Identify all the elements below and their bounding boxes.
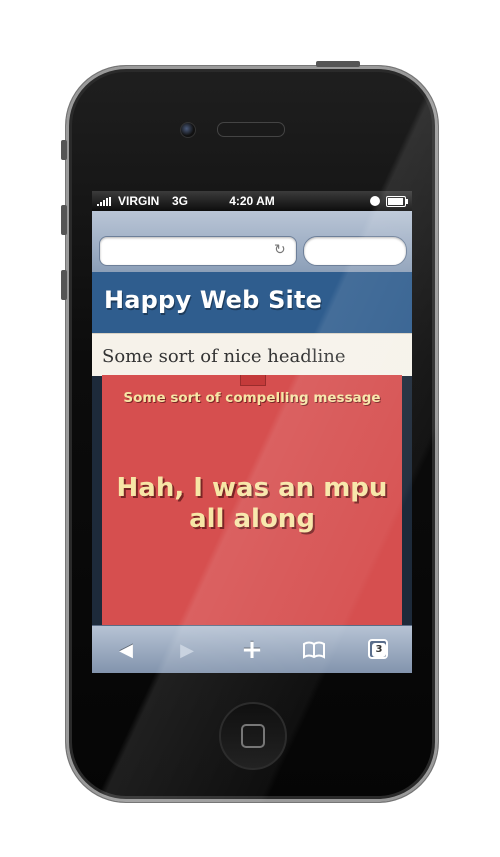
browser-toolbar: ◀ ▶ + 3 xyxy=(92,625,412,673)
pages-count-badge: 3 xyxy=(372,643,386,657)
pages-icon[interactable]: 3 xyxy=(358,626,398,673)
mpu-message: Some sort of compelling message xyxy=(123,390,381,406)
mpu-advert[interactable]: Some sort of compelling message Hah, I w… xyxy=(102,375,402,625)
power-button xyxy=(316,61,360,67)
mpu-main-text: Hah, I was an mpu all along xyxy=(116,473,388,534)
volume-up-button xyxy=(61,205,67,235)
add-icon[interactable]: + xyxy=(232,626,272,673)
address-input[interactable]: ↻ xyxy=(99,236,297,266)
home-square-icon xyxy=(241,724,265,748)
bookmarks-icon[interactable] xyxy=(294,626,334,673)
status-bar: VIRGIN 3G 4:20 AM xyxy=(92,191,412,211)
mute-switch xyxy=(61,140,67,160)
battery-icon xyxy=(386,196,408,207)
page-headline: Some sort of nice headline xyxy=(102,346,346,367)
home-button[interactable] xyxy=(219,702,287,770)
forward-icon[interactable]: ▶ xyxy=(167,626,207,673)
earpiece-speaker xyxy=(217,122,285,137)
search-input[interactable] xyxy=(303,236,407,266)
headline-bar: Some sort of nice headline xyxy=(92,333,412,376)
orientation-lock-icon xyxy=(370,196,380,206)
phone-screen: VIRGIN 3G 4:20 AM ↻ Happy Web Site Some … xyxy=(92,191,412,673)
site-header: Happy Web Site xyxy=(92,272,412,333)
front-camera xyxy=(180,122,196,138)
site-title[interactable]: Happy Web Site xyxy=(104,286,322,314)
volume-down-button xyxy=(61,270,67,300)
reload-icon[interactable]: ↻ xyxy=(274,243,288,257)
status-time: 4:20 AM xyxy=(229,194,275,208)
back-icon[interactable]: ◀ xyxy=(106,626,146,673)
mpu-handle[interactable] xyxy=(240,375,266,386)
browser-url-bar: ↻ xyxy=(92,211,412,273)
